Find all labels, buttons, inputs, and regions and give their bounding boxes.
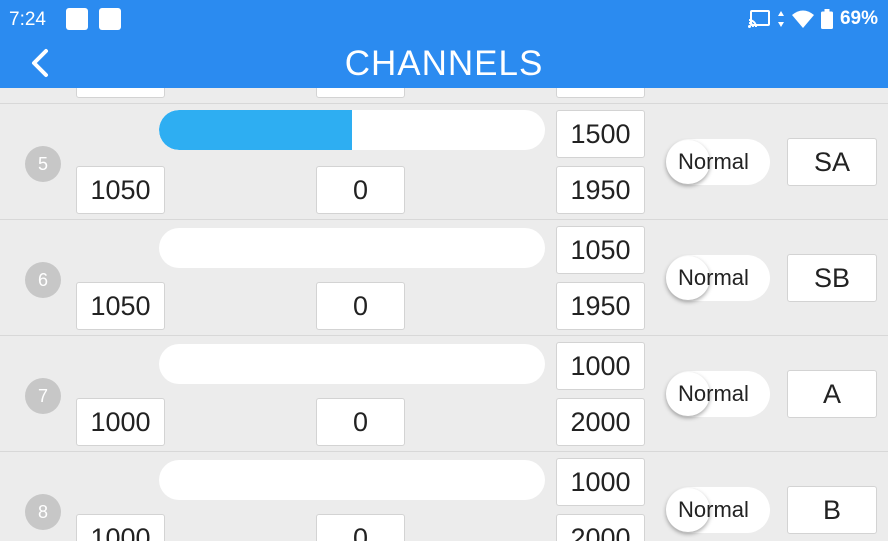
- data-arrows-icon: [777, 10, 785, 28]
- channel-max-box[interactable]: 1950: [556, 282, 645, 330]
- app-bar: CHANNELS: [0, 38, 888, 88]
- channel-value-box[interactable]: 1050: [556, 226, 645, 274]
- channel-value-box[interactable]: 1500: [556, 110, 645, 158]
- channel-value-box[interactable]: 1000: [556, 458, 645, 506]
- status-bar: 7:24 69%: [0, 0, 888, 38]
- status-time: 7:24: [9, 9, 46, 30]
- channel-min-box[interactable]: 1000: [76, 398, 165, 446]
- channel-row-8: 8 1000 1000 0 2000 Normal B: [0, 452, 888, 541]
- channel-row-7: 7 1000 1000 0 2000 Normal A: [0, 336, 888, 452]
- reverse-toggle[interactable]: Normal: [666, 371, 770, 417]
- channel-min-box[interactable]: 1050: [76, 282, 165, 330]
- channel-subtrim-box[interactable]: 0: [316, 398, 405, 446]
- channel-4-subtrim-box[interactable]: [316, 88, 405, 98]
- channel-bar: [159, 344, 545, 384]
- channel-subtrim-box[interactable]: 0: [316, 166, 405, 214]
- channel-row-5: 5 1500 1050 0 1950 Normal SA: [0, 104, 888, 220]
- notification-square-icon: [66, 8, 88, 30]
- reverse-toggle[interactable]: Normal: [666, 487, 770, 533]
- channel-subtrim-box[interactable]: 0: [316, 514, 405, 541]
- battery-level: 69%: [839, 8, 878, 29]
- channel-number: 7: [25, 378, 61, 414]
- channel-list[interactable]: 5 1500 1050 0 1950 Normal SA 6 1050 1050…: [0, 88, 888, 541]
- battery-icon: [820, 9, 833, 29]
- channel-number: 8: [25, 494, 61, 530]
- channel-min-box[interactable]: 1050: [76, 166, 165, 214]
- reverse-label: Normal: [678, 149, 749, 174]
- channel-bar-fill: [159, 110, 352, 150]
- reverse-toggle[interactable]: Normal: [666, 255, 770, 301]
- notification-square-icon: [99, 8, 121, 30]
- channel-max-box[interactable]: 1950: [556, 166, 645, 214]
- reverse-label: Normal: [678, 381, 749, 406]
- cast-icon: [747, 10, 770, 28]
- reverse-toggle[interactable]: Normal: [666, 139, 770, 185]
- switch-assign-box[interactable]: A: [787, 370, 877, 418]
- switch-assign-box[interactable]: SA: [787, 138, 877, 186]
- channel-4-min-box[interactable]: [76, 88, 165, 98]
- channel-max-box[interactable]: 2000: [556, 398, 645, 446]
- channel-number: 6: [25, 262, 61, 298]
- channel-row-6: 6 1050 1050 0 1950 Normal SB: [0, 220, 888, 336]
- switch-assign-box[interactable]: SB: [787, 254, 877, 302]
- page-title: CHANNELS: [344, 44, 544, 83]
- channel-value-box[interactable]: 1000: [556, 342, 645, 390]
- reverse-label: Normal: [678, 265, 749, 290]
- channel-subtrim-box[interactable]: 0: [316, 282, 405, 330]
- wifi-icon: [791, 10, 814, 28]
- reverse-label: Normal: [678, 497, 749, 522]
- channel-bar: [159, 460, 545, 500]
- channel-min-box[interactable]: 1000: [76, 514, 165, 541]
- channel-4-max-box[interactable]: [556, 88, 645, 98]
- channel-bar: [159, 110, 545, 150]
- channel-number: 5: [25, 146, 61, 182]
- channel-max-box[interactable]: 2000: [556, 514, 645, 541]
- switch-assign-box[interactable]: B: [787, 486, 877, 534]
- channel-bar: [159, 228, 545, 268]
